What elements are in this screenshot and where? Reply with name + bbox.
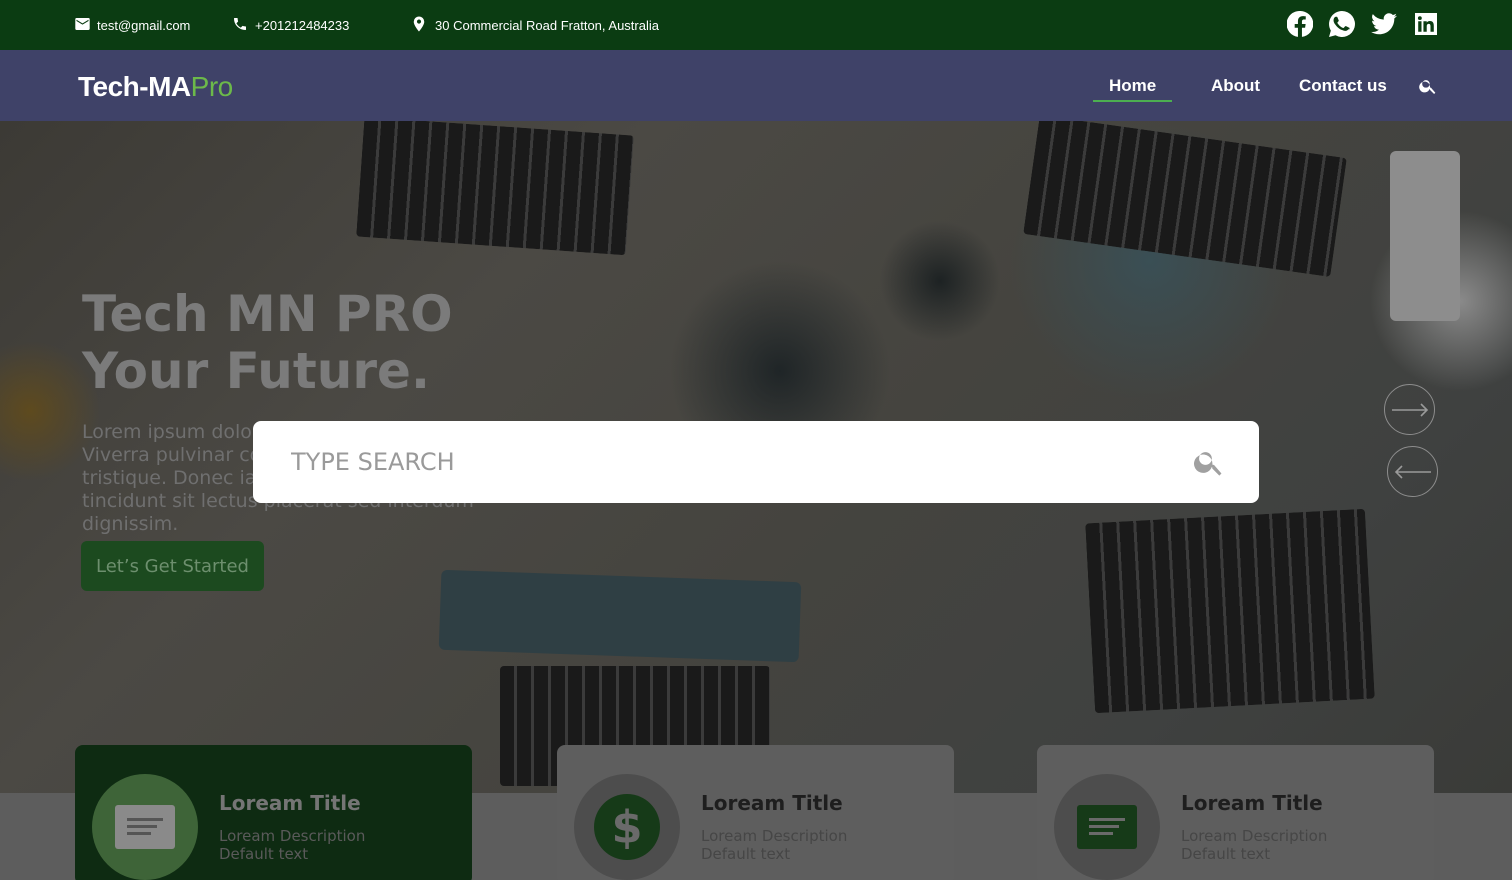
card-default-text: Default text bbox=[701, 845, 791, 863]
social-links bbox=[1287, 11, 1439, 37]
card-description: Loream Description Default text bbox=[1181, 827, 1327, 863]
mail-icon bbox=[75, 17, 90, 33]
hero-title: Tech MN PRO Your Future. bbox=[82, 286, 453, 400]
document-lines-icon bbox=[112, 794, 178, 860]
search-overlay bbox=[253, 421, 1259, 503]
card-description-line: Loream Description bbox=[219, 827, 366, 845]
logo-main-text: Tech-MA bbox=[78, 71, 191, 102]
logo-accent-text: Pro bbox=[190, 71, 234, 102]
linkedin-icon[interactable] bbox=[1413, 11, 1439, 37]
hero-title-line2: Your Future. bbox=[82, 342, 430, 400]
card-description-line: Loream Description bbox=[701, 827, 848, 845]
twitter-icon[interactable] bbox=[1371, 11, 1397, 37]
service-card[interactable]: Loream Title Loream Description Default … bbox=[75, 745, 472, 880]
search-input[interactable] bbox=[291, 421, 1171, 503]
facebook-icon[interactable] bbox=[1287, 11, 1313, 37]
hero-bg-keyboard bbox=[1085, 508, 1375, 714]
top-contact-bar: test@gmail.com +201212484233 30 Commerci… bbox=[0, 0, 1512, 50]
card-default-text: Default text bbox=[1181, 845, 1271, 863]
dollar-icon: $ bbox=[594, 794, 660, 860]
search-icon[interactable] bbox=[1418, 76, 1440, 98]
card-title: Loream Title bbox=[219, 791, 361, 815]
get-started-button[interactable]: Let’s Get Started bbox=[81, 541, 264, 591]
next-slide-arrow-icon[interactable] bbox=[1384, 384, 1435, 435]
service-card[interactable]: Loream Title Loream Description Default … bbox=[1037, 745, 1434, 880]
search-submit-icon[interactable] bbox=[1192, 445, 1228, 481]
hero-bg-keyboard bbox=[1023, 121, 1347, 277]
email-contact[interactable]: test@gmail.com bbox=[75, 0, 190, 50]
nav-link-home[interactable]: Home bbox=[1093, 76, 1173, 102]
hero-bg-screen bbox=[438, 569, 802, 663]
card-icon-circle bbox=[1054, 774, 1160, 880]
card-title: Loream Title bbox=[701, 791, 843, 815]
address-text: 30 Commercial Road Fratton, Australia bbox=[435, 17, 659, 33]
nav-link-about[interactable]: About bbox=[1211, 76, 1260, 102]
document-lines-icon bbox=[1074, 794, 1140, 860]
address-contact[interactable]: 30 Commercial Road Fratton, Australia bbox=[410, 0, 659, 50]
main-navbar: Tech-MAPro Home About Contact us bbox=[0, 50, 1512, 121]
nav-link-contact[interactable]: Contact us bbox=[1299, 76, 1387, 102]
phone-text: +201212484233 bbox=[255, 17, 350, 33]
hero-title-line1: Tech MN PRO bbox=[82, 285, 453, 343]
brand-logo[interactable]: Tech-MAPro bbox=[78, 71, 233, 103]
hero-bg-phone bbox=[1390, 151, 1460, 321]
card-title: Loream Title bbox=[1181, 791, 1323, 815]
service-card[interactable]: $ Loream Title Loream Description Defaul… bbox=[557, 745, 954, 880]
card-icon-circle bbox=[92, 774, 198, 880]
phone-contact[interactable]: +201212484233 bbox=[232, 0, 349, 50]
prev-slide-arrow-icon[interactable] bbox=[1387, 446, 1438, 497]
card-icon-circle: $ bbox=[574, 774, 680, 880]
whatsapp-icon[interactable] bbox=[1329, 11, 1355, 37]
phone-icon bbox=[232, 16, 248, 35]
card-description-line: Loream Description bbox=[1181, 827, 1328, 845]
card-description: Loream Description Default text bbox=[701, 827, 847, 863]
hero-bg-keyboard bbox=[356, 121, 634, 256]
card-default-text: Default text bbox=[219, 845, 309, 863]
svg-text:$: $ bbox=[611, 802, 642, 854]
location-pin-icon bbox=[410, 14, 428, 37]
card-description: Loream Description Default text bbox=[219, 827, 365, 863]
email-text: test@gmail.com bbox=[97, 17, 191, 33]
